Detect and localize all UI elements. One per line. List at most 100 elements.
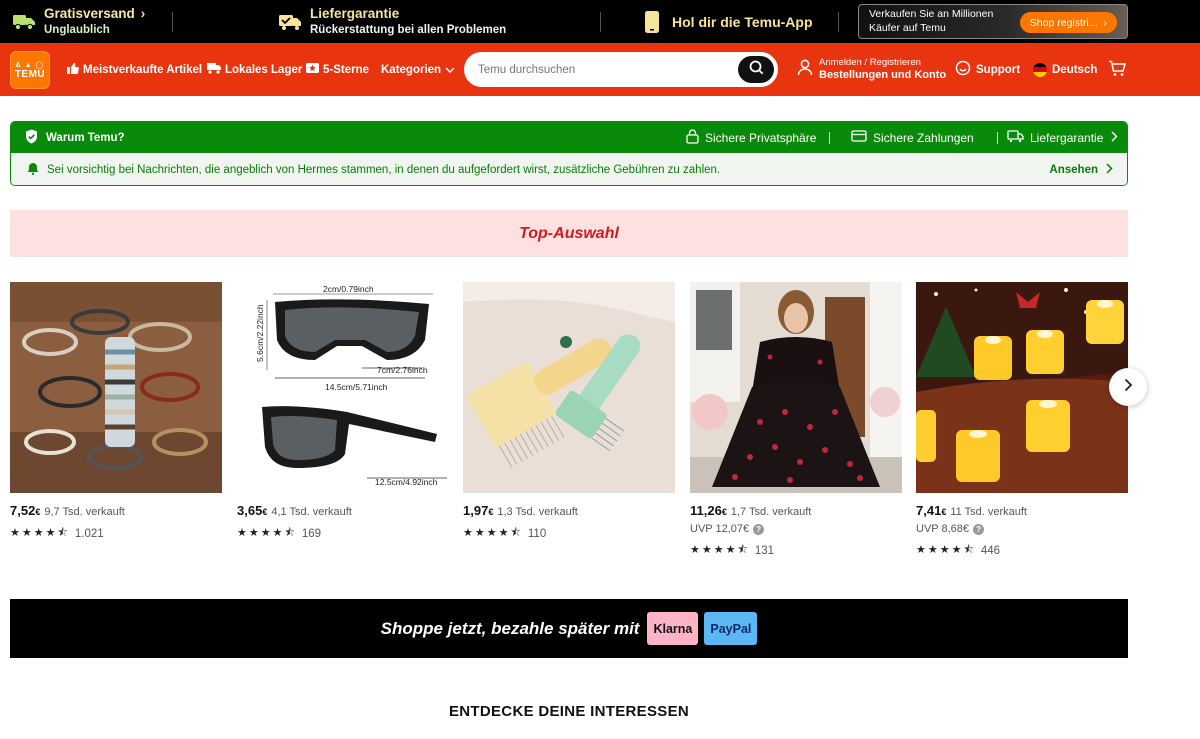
cart-icon [1108,60,1127,80]
product-rating: ★★★★⯪ 446 [916,541,1128,560]
sign-in-label: Anmelden / Registrieren [819,57,921,69]
review-count: 446 [980,544,1001,557]
free-shipping-promo[interactable]: Gratisversand › Unglaublich [12,0,145,43]
notice-text: Sei vorsichtig bei Nachrichten, die ange… [47,163,721,176]
product-sold-count: 9,7 Tsd. verkauft [44,506,125,518]
product-card[interactable]: 1,97€ 1,3 Tsd. verkauft ★★★★⯪ 110 [463,282,675,543]
review-count: 169 [301,527,322,540]
info-icon[interactable]: ? [753,523,765,535]
language-label: Deutsch [1052,63,1098,76]
product-image-dress[interactable] [690,282,902,493]
pay-later-text: Shoppe jetzt, bezahle später mit [380,618,640,638]
product-image-bracelets[interactable] [10,282,222,493]
account-menu[interactable]: Anmelden / Registrieren Bestellungen und… [797,43,946,96]
temu-logo[interactable]: & ▲ ◯ TEMU [10,51,50,89]
lock-icon [686,128,699,147]
register-shop-button[interactable]: Shop registri... › [1019,12,1117,33]
star-rating-icon: ★★★★⯪ [916,544,976,556]
why-temu-title: Warum Temu? [46,131,125,144]
security-notice: Sei vorsichtig bei Nachrichten, die ange… [11,153,1127,185]
nav-bestsellers-label: Meistverkaufte Artikel [83,63,203,76]
bell-icon [27,162,39,178]
view-notice-label: Ansehen [1049,163,1098,176]
discover-interests-heading: ENTDECKE DEINE INTERESSEN [448,703,690,720]
feature-payments: Sichere Zahlungen [851,130,974,145]
product-price: 1,97€ [463,503,494,518]
rrp-price: UVP 8,68€ [916,523,970,535]
chevron-right-icon [1111,130,1118,145]
glasses-label: 2cm/0.79inch [323,284,374,294]
product-image-sunglasses[interactable]: 2cm/0.79inch 5.6cm/2.22inch 7cm/2.76inch… [237,282,449,493]
top-selection-banner: Top-Auswahl [10,210,1128,257]
chevron-right-icon [1124,378,1133,397]
product-card[interactable]: 2cm/0.79inch 5.6cm/2.22inch 7cm/2.76inch… [237,282,449,543]
product-price: 11,26€ [690,503,727,518]
carousel-next-button[interactable] [1109,368,1147,406]
nav-five-stars[interactable]: 5-Sterne [306,43,369,96]
feature-divider [997,132,998,144]
product-rating: ★★★★⯪ 110 [463,524,675,543]
language-selector[interactable]: Deutsch [1033,43,1097,96]
rrp-price: UVP 12,07€ [690,523,750,535]
nav-local-warehouse[interactable]: Lokales Lager [207,43,302,96]
chevron-right-icon: › [140,5,146,21]
thumbs-up-icon [66,62,79,78]
feature-payments-label: Sichere Zahlungen [873,130,974,145]
product-card[interactable]: 7,41€ 11 Tsd. verkauft UVP 8,68€ ? ★★★★⯪… [916,282,1128,560]
warehouse-truck-icon [207,62,221,77]
product-rating: ★★★★⯪ 131 [690,541,902,560]
search-bar [464,52,778,87]
get-app-promo[interactable]: Hol dir die Temu-App [640,0,813,43]
cart-button[interactable] [1108,43,1127,96]
product-sold-count: 4,1 Tsd. verkauft [271,506,352,518]
promo-divider [600,12,601,32]
product-rating: ★★★★⯪ 169 [237,524,449,543]
glasses-label: 5.6cm/2.22inch [255,304,265,362]
nav-bestsellers[interactable]: Meistverkaufte Artikel [66,43,202,96]
germany-flag-icon [1033,62,1047,77]
pay-later-banner[interactable]: Shoppe jetzt, bezahle später mit Klarna … [10,599,1128,658]
phone-icon [640,10,664,34]
sell-on-temu-banner[interactable]: Verkaufen Sie an Millionen Käufer auf Te… [858,4,1128,39]
search-button[interactable] [738,56,774,83]
delivery-guarantee-promo[interactable]: Liefergarantie Rückerstattung bei allen … [278,0,506,43]
product-sold-count: 1,3 Tsd. verkauft [497,506,578,518]
search-input[interactable] [478,63,728,76]
free-shipping-title: Gratisversand [44,5,135,21]
product-sold-count: 11 Tsd. verkauft [950,506,1027,518]
product-card[interactable]: 7,52€ 9,7 Tsd. verkauft ★★★★⯪ 1.021 [10,282,222,543]
logo-icons: & ▲ ◯ [15,61,45,69]
feature-privacy: Sichere Privatsphäre [686,128,817,147]
product-image-led-candles[interactable] [916,282,1128,493]
why-temu-box: Warum Temu? Sichere Privatsphäre Sichere… [10,121,1128,186]
glasses-label: 7cm/2.76inch [377,365,428,375]
sell-line-1: Verkaufen Sie an Millionen [869,7,994,20]
review-count: 1.021 [74,527,104,540]
orders-account-label: Bestellungen und Konto [819,68,947,81]
star-rating-icon: ★★★★⯪ [10,527,70,539]
delivery-check-icon [1007,129,1024,146]
support-link[interactable]: Support [955,43,1020,96]
product-image-pet-brushes[interactable] [463,282,675,493]
why-temu-bar[interactable]: Warum Temu? Sichere Privatsphäre Sichere… [11,122,1127,153]
promo-bar: Gratisversand › Unglaublich Liefergaranti… [0,0,1200,43]
chevron-right-icon [1106,162,1113,177]
view-notice-link[interactable]: Ansehen [1049,162,1113,177]
chevron-down-icon [445,64,455,76]
promo-divider [172,12,173,32]
feature-divider [829,132,830,144]
info-icon[interactable]: ? [973,523,985,535]
delivery-guarantee-title: Liefergarantie [310,5,400,21]
register-shop-label: Shop registri... [1029,16,1098,29]
search-icon [749,60,764,80]
nav-categories[interactable]: Kategorien [381,43,455,96]
logo-text: TEMU [14,68,46,80]
product-price: 3,65€ [237,503,268,518]
product-rrp: UVP 8,68€ ? [916,523,1128,535]
sell-line-2: Käufer auf Temu [869,21,946,34]
delivery-truck-check-icon [278,10,302,34]
promo-divider [838,12,839,32]
feature-delivery-label: Liefergarantie [1030,130,1104,145]
product-card[interactable]: 11,26€ 1,7 Tsd. verkauft UVP 12,07€ ? ★★… [690,282,902,560]
feature-privacy-label: Sichere Privatsphäre [705,130,817,145]
